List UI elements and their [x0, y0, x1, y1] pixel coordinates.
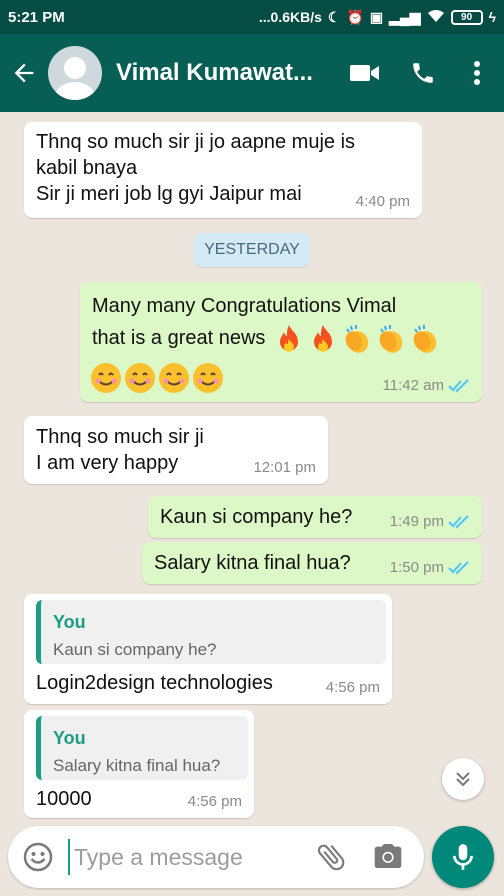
message-text-line: Thnq so much sir ji: [36, 426, 204, 448]
wifi-icon: [427, 9, 445, 25]
message-meta: 1:50 pm: [390, 559, 470, 576]
message-meta: 1:49 pm: [390, 513, 470, 530]
quote-author: You: [53, 728, 86, 748]
clap-emoji-icon: [345, 324, 369, 353]
mic-icon: [453, 844, 473, 870]
battery-icon: 90: [450, 9, 483, 25]
message-incoming-reply[interactable]: You Kaun si company he? Login2design tec…: [24, 594, 392, 704]
fire-emoji-icon: [280, 324, 298, 352]
message-composer: [8, 826, 424, 888]
smile-emoji-icon: [125, 363, 155, 393]
message-text-line: I am very happy: [36, 452, 179, 474]
message-time: 4:56 pm: [325, 679, 380, 696]
attach-icon[interactable]: [314, 840, 350, 876]
smile-emoji-icon: [159, 363, 189, 393]
message-text-line-with-emoji: that is a great news: [92, 322, 441, 355]
message-incoming[interactable]: Thnq so much sir ji I am very happy 12:0…: [24, 416, 328, 484]
date-divider: YESTERDAY: [194, 233, 310, 267]
message-meta: 4:56 pm: [326, 679, 380, 696]
message-text-line: Thnq so much sir ji jo aapne muje is: [36, 131, 356, 153]
read-ticks-icon: [448, 514, 469, 528]
scroll-to-bottom-button[interactable]: [442, 758, 484, 800]
signal-icon: ▂▄▆: [389, 9, 421, 25]
message-meta: 4:56 pm: [188, 793, 242, 810]
message-incoming-reply[interactable]: You Salary kitna final hua? 10000 4:56 p…: [24, 710, 254, 818]
emoji-row: [90, 362, 224, 394]
message-outgoing[interactable]: Salary kitna final hua? 1:50 pm: [142, 542, 482, 584]
clap-emoji-icon: [413, 324, 437, 353]
volte-icon: ▣: [369, 9, 384, 25]
message-time: 4:56 pm: [187, 793, 242, 810]
smile-emoji-icon: [91, 363, 121, 393]
avatar[interactable]: [48, 46, 102, 100]
quote-author: You: [53, 612, 86, 632]
chat-area[interactable]: Thnq so much sir ji jo aapne muje is kab…: [0, 112, 504, 820]
read-ticks-icon: [448, 560, 469, 574]
status-time: 5:21 PM: [8, 8, 65, 26]
message-text-line: Many many Congratulations Vimal: [92, 295, 397, 317]
alarm-icon: ⏰: [346, 9, 364, 25]
voice-message-button[interactable]: [432, 826, 494, 888]
message-time: 1:50 pm: [389, 559, 444, 576]
message-outgoing[interactable]: Kaun si company he? 1:49 pm: [148, 496, 482, 538]
message-time: 1:49 pm: [389, 513, 444, 530]
status-bar: 5:21 PM ...0.6KB/s ☾ ⏰ ▣ ▂▄▆ 90 ϟ: [0, 0, 504, 34]
message-text-line: that is a great news: [92, 327, 266, 349]
quote-text: Salary kitna final hua?: [53, 756, 221, 775]
message-time: 4:40 pm: [355, 193, 410, 210]
fire-emoji-icon: [314, 324, 332, 352]
message-text-line: 10000: [36, 788, 92, 810]
quoted-message[interactable]: You Kaun si company he?: [36, 600, 386, 664]
video-call-icon[interactable]: [342, 34, 388, 112]
message-meta: 11:42 am: [383, 377, 470, 394]
message-time: 12:01 pm: [253, 459, 316, 476]
message-incoming[interactable]: Thnq so much sir ji jo aapne muje is kab…: [24, 122, 422, 218]
clap-emoji-icon: [379, 324, 403, 353]
phone-icon[interactable]: [400, 34, 446, 112]
battery-level: 90: [461, 11, 473, 23]
quote-text: Kaun si company he?: [53, 640, 217, 659]
message-outgoing[interactable]: Many many Congratulations Vimal that is …: [80, 282, 482, 402]
message-text-line: Salary kitna final hua?: [154, 552, 351, 574]
status-icons: ...0.6KB/s ☾ ⏰ ▣ ▂▄▆ 90 ϟ: [259, 9, 496, 25]
message-text-line: Sir ji meri job lg gyi Jaipur mai: [36, 183, 302, 205]
message-meta: 12:01 pm: [253, 459, 316, 476]
message-text-line: Kaun si company he?: [160, 506, 353, 528]
message-input[interactable]: [68, 839, 298, 875]
contact-name[interactable]: Vimal Kumawat...: [116, 59, 316, 87]
smile-emoji-icon: [193, 363, 223, 393]
back-arrow-icon[interactable]: [4, 34, 44, 112]
more-vert-icon[interactable]: [454, 34, 500, 112]
dnd-icon: ☾: [327, 9, 341, 25]
emoji-picker-icon[interactable]: [22, 841, 54, 873]
message-text-line: kabil bnaya: [36, 157, 138, 179]
quoted-message[interactable]: You Salary kitna final hua?: [36, 716, 248, 780]
message-time: 11:42 am: [382, 377, 444, 394]
emoji-group: [273, 323, 441, 355]
read-ticks-icon: [448, 378, 469, 392]
network-speed: ...0.6KB/s: [258, 9, 322, 25]
charging-icon: ϟ: [488, 9, 496, 25]
message-meta: 4:40 pm: [356, 193, 410, 210]
message-text-line: Login2design technologies: [36, 672, 273, 694]
chat-header: Vimal Kumawat...: [0, 34, 504, 112]
double-chevron-down-icon: [456, 772, 470, 787]
camera-icon[interactable]: [372, 840, 408, 876]
